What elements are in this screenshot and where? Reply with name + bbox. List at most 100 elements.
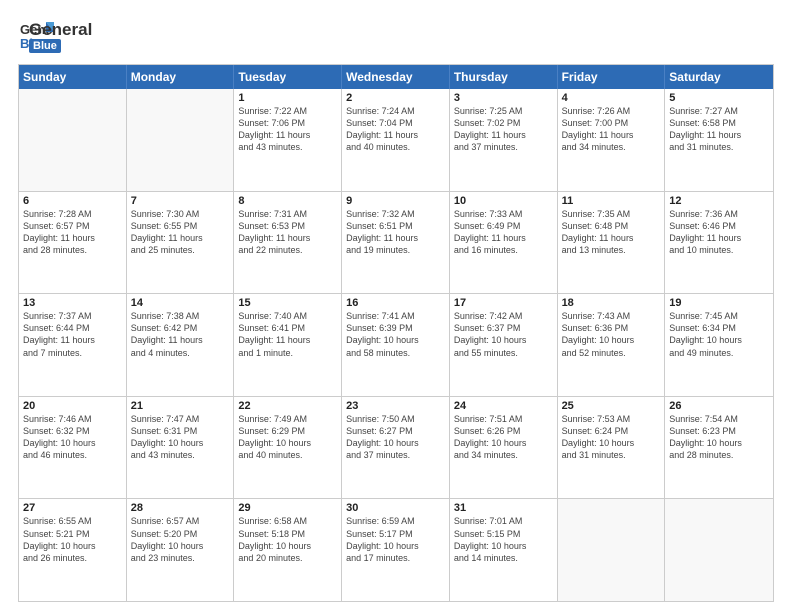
calendar-cell: 17Sunrise: 7:42 AMSunset: 6:37 PMDayligh… xyxy=(450,294,558,396)
day-number: 30 xyxy=(346,502,445,514)
day-number: 11 xyxy=(562,195,661,207)
calendar-row-0: 1Sunrise: 7:22 AMSunset: 7:06 PMDaylight… xyxy=(19,89,773,191)
cell-line: Daylight: 10 hours xyxy=(669,437,769,449)
calendar-row-2: 13Sunrise: 7:37 AMSunset: 6:44 PMDayligh… xyxy=(19,293,773,396)
cell-line: Sunset: 6:31 PM xyxy=(131,425,230,437)
cell-line: Sunset: 6:39 PM xyxy=(346,322,445,334)
cell-line: and 13 minutes. xyxy=(562,244,661,256)
cell-line: Sunrise: 7:31 AM xyxy=(238,208,337,220)
cell-line: Daylight: 10 hours xyxy=(454,334,553,346)
cell-line: Sunset: 7:02 PM xyxy=(454,117,553,129)
cell-line: and 34 minutes. xyxy=(562,141,661,153)
day-number: 14 xyxy=(131,297,230,309)
day-number: 23 xyxy=(346,400,445,412)
calendar-row-3: 20Sunrise: 7:46 AMSunset: 6:32 PMDayligh… xyxy=(19,396,773,499)
header-day-monday: Monday xyxy=(127,65,235,89)
cell-line: Daylight: 11 hours xyxy=(23,334,122,346)
day-number: 15 xyxy=(238,297,337,309)
cell-line: Sunset: 6:23 PM xyxy=(669,425,769,437)
cell-line: and 43 minutes. xyxy=(131,449,230,461)
day-number: 6 xyxy=(23,195,122,207)
day-number: 13 xyxy=(23,297,122,309)
cell-line: and 40 minutes. xyxy=(238,449,337,461)
calendar-cell: 20Sunrise: 7:46 AMSunset: 6:32 PMDayligh… xyxy=(19,397,127,499)
cell-line: Sunset: 6:46 PM xyxy=(669,220,769,232)
day-number: 16 xyxy=(346,297,445,309)
day-number: 8 xyxy=(238,195,337,207)
cell-line: Sunset: 7:00 PM xyxy=(562,117,661,129)
cell-line: Sunset: 6:26 PM xyxy=(454,425,553,437)
cell-line: Daylight: 10 hours xyxy=(454,437,553,449)
cell-line: Sunrise: 7:32 AM xyxy=(346,208,445,220)
calendar-cell: 4Sunrise: 7:26 AMSunset: 7:00 PMDaylight… xyxy=(558,89,666,191)
cell-line: Daylight: 10 hours xyxy=(131,540,230,552)
cell-line: Daylight: 11 hours xyxy=(346,232,445,244)
cell-line: and 55 minutes. xyxy=(454,347,553,359)
cell-line: Sunrise: 7:46 AM xyxy=(23,413,122,425)
calendar-header: SundayMondayTuesdayWednesdayThursdayFrid… xyxy=(19,65,773,89)
cell-line: Sunrise: 7:01 AM xyxy=(454,515,553,527)
cell-line: Daylight: 10 hours xyxy=(23,540,122,552)
cell-line: Daylight: 11 hours xyxy=(238,232,337,244)
cell-line: Sunrise: 7:42 AM xyxy=(454,310,553,322)
cell-line: Sunset: 6:53 PM xyxy=(238,220,337,232)
calendar-row-4: 27Sunrise: 6:55 AMSunset: 5:21 PMDayligh… xyxy=(19,498,773,601)
calendar-cell: 26Sunrise: 7:54 AMSunset: 6:23 PMDayligh… xyxy=(665,397,773,499)
header-day-thursday: Thursday xyxy=(450,65,558,89)
logo-blue-label: Blue xyxy=(29,39,61,53)
cell-line: Daylight: 10 hours xyxy=(131,437,230,449)
cell-line: Sunrise: 7:28 AM xyxy=(23,208,122,220)
calendar-cell: 8Sunrise: 7:31 AMSunset: 6:53 PMDaylight… xyxy=(234,192,342,294)
logo: General Blue General Blue xyxy=(18,18,92,54)
cell-line: Daylight: 11 hours xyxy=(238,129,337,141)
cell-line: Sunset: 5:20 PM xyxy=(131,528,230,540)
cell-line: Sunrise: 7:41 AM xyxy=(346,310,445,322)
calendar-cell: 24Sunrise: 7:51 AMSunset: 6:26 PMDayligh… xyxy=(450,397,558,499)
cell-line: Sunrise: 6:59 AM xyxy=(346,515,445,527)
cell-line: Sunrise: 7:49 AM xyxy=(238,413,337,425)
day-number: 10 xyxy=(454,195,553,207)
cell-line: Sunset: 6:34 PM xyxy=(669,322,769,334)
cell-line: and 40 minutes. xyxy=(346,141,445,153)
cell-line: and 31 minutes. xyxy=(669,141,769,153)
cell-line: Sunrise: 7:35 AM xyxy=(562,208,661,220)
day-number: 20 xyxy=(23,400,122,412)
cell-line: and 10 minutes. xyxy=(669,244,769,256)
cell-line: Sunrise: 7:43 AM xyxy=(562,310,661,322)
cell-line: Sunrise: 7:33 AM xyxy=(454,208,553,220)
day-number: 25 xyxy=(562,400,661,412)
header-day-sunday: Sunday xyxy=(19,65,127,89)
calendar-cell: 7Sunrise: 7:30 AMSunset: 6:55 PMDaylight… xyxy=(127,192,235,294)
calendar-cell: 27Sunrise: 6:55 AMSunset: 5:21 PMDayligh… xyxy=(19,499,127,601)
calendar-cell: 16Sunrise: 7:41 AMSunset: 6:39 PMDayligh… xyxy=(342,294,450,396)
calendar-cell: 31Sunrise: 7:01 AMSunset: 5:15 PMDayligh… xyxy=(450,499,558,601)
day-number: 27 xyxy=(23,502,122,514)
day-number: 1 xyxy=(238,92,337,104)
cell-line: Sunrise: 7:26 AM xyxy=(562,105,661,117)
calendar-cell: 12Sunrise: 7:36 AMSunset: 6:46 PMDayligh… xyxy=(665,192,773,294)
day-number: 12 xyxy=(669,195,769,207)
header-day-friday: Friday xyxy=(558,65,666,89)
cell-line: Sunset: 6:42 PM xyxy=(131,322,230,334)
calendar-cell: 13Sunrise: 7:37 AMSunset: 6:44 PMDayligh… xyxy=(19,294,127,396)
cell-line: Daylight: 10 hours xyxy=(562,334,661,346)
cell-line: Sunrise: 7:50 AM xyxy=(346,413,445,425)
cell-line: Sunrise: 7:37 AM xyxy=(23,310,122,322)
day-number: 7 xyxy=(131,195,230,207)
cell-line: and 28 minutes. xyxy=(669,449,769,461)
cell-line: and 37 minutes. xyxy=(454,141,553,153)
cell-line: Sunset: 6:51 PM xyxy=(346,220,445,232)
calendar-cell: 22Sunrise: 7:49 AMSunset: 6:29 PMDayligh… xyxy=(234,397,342,499)
cell-line: and 31 minutes. xyxy=(562,449,661,461)
calendar-cell: 11Sunrise: 7:35 AMSunset: 6:48 PMDayligh… xyxy=(558,192,666,294)
cell-line: and 37 minutes. xyxy=(346,449,445,461)
cell-line: Daylight: 11 hours xyxy=(454,232,553,244)
cell-line: and 25 minutes. xyxy=(131,244,230,256)
day-number: 19 xyxy=(669,297,769,309)
cell-line: and 1 minute. xyxy=(238,347,337,359)
cell-line: Daylight: 11 hours xyxy=(131,334,230,346)
calendar-cell: 28Sunrise: 6:57 AMSunset: 5:20 PMDayligh… xyxy=(127,499,235,601)
cell-line: and 22 minutes. xyxy=(238,244,337,256)
cell-line: Daylight: 10 hours xyxy=(669,334,769,346)
logo-general: General xyxy=(29,21,92,40)
